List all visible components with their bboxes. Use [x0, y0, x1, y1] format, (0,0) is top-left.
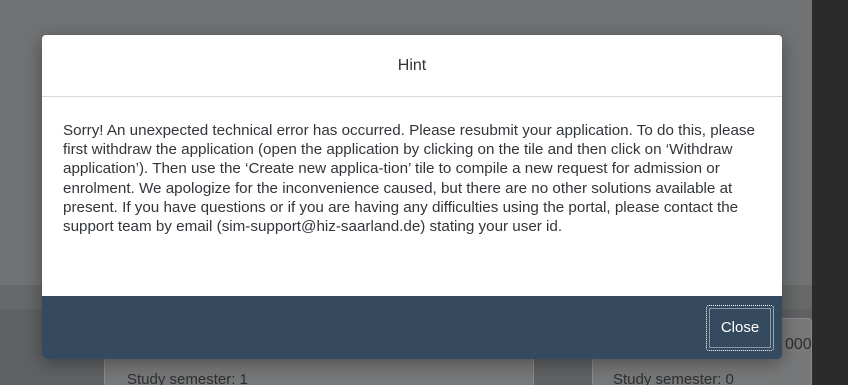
dialog-header: Hint — [42, 35, 782, 97]
tile-study-semester-right: Study semester: 0 — [613, 371, 734, 385]
dialog-title: Hint — [397, 56, 427, 74]
dialog-footer: Close — [42, 296, 782, 359]
dialog-message: Sorry! An unexpected technical error has… — [63, 122, 755, 236]
hint-dialog: Hint Sorry! An unexpected technical erro… — [42, 35, 782, 359]
page: Study semester: 1 Study semester: 0 000 … — [0, 0, 848, 385]
background-right-strip — [812, 0, 848, 385]
close-button[interactable]: Close — [706, 304, 774, 351]
tile-study-semester-left: Study semester: 1 — [127, 371, 248, 385]
tile-partial-number: 000 — [785, 336, 812, 353]
